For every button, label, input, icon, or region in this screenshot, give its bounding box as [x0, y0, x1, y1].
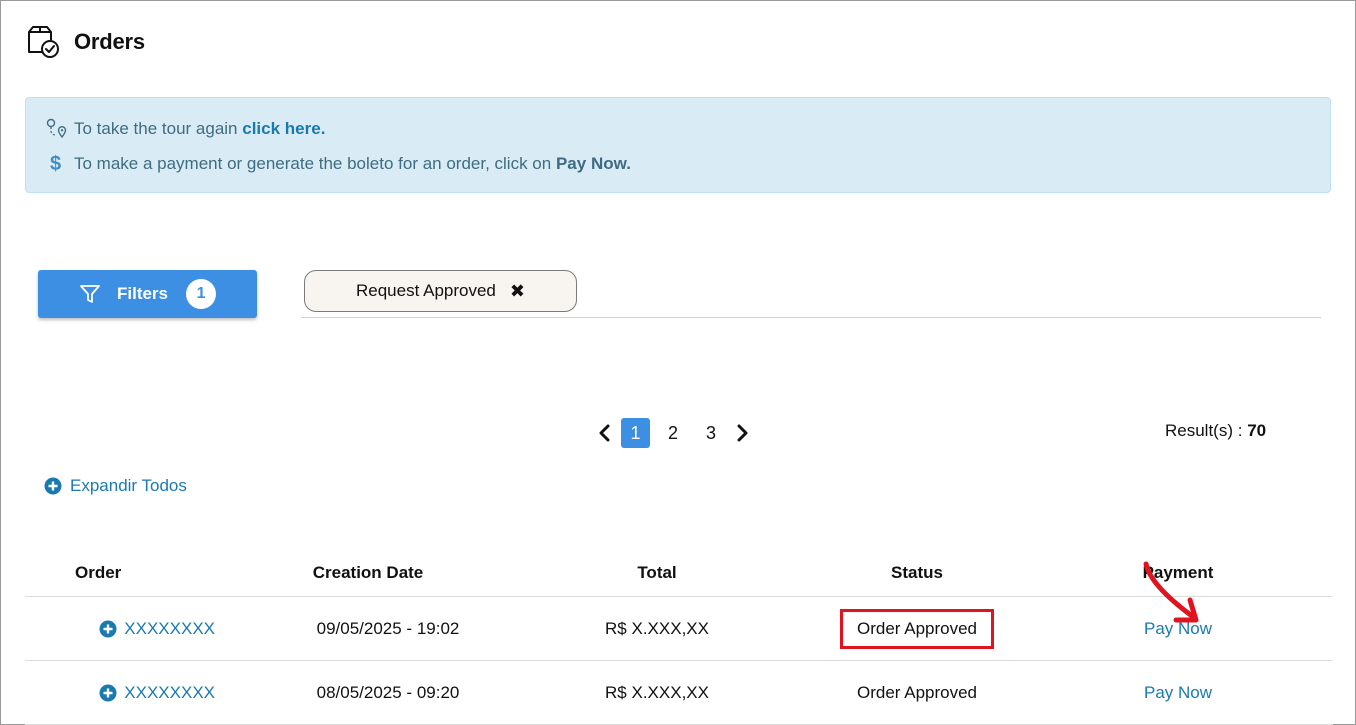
- results-number: 70: [1247, 421, 1267, 440]
- tour-link[interactable]: click here.: [242, 119, 325, 139]
- status-cell: Order Approved: [753, 608, 1081, 649]
- order-total: R$ X.XXX,XX: [605, 682, 709, 702]
- plus-circle-icon: [99, 620, 117, 638]
- page-1-button[interactable]: 1: [621, 418, 650, 448]
- funnel-icon: [79, 283, 101, 305]
- order-status: Order Approved: [839, 608, 994, 649]
- results-count: Result(s) : 70: [1165, 421, 1266, 441]
- map-pin-route-icon: [46, 118, 68, 140]
- page-header: Orders: [25, 24, 145, 60]
- col-order: Order: [75, 563, 122, 582]
- col-total: Total: [637, 563, 677, 582]
- payment-info-line: $ To make a payment or generate the bole…: [46, 153, 631, 175]
- tour-text: To take the tour again: [74, 119, 238, 138]
- results-label: Result(s) :: [1165, 421, 1248, 440]
- plus-circle-icon: [44, 477, 62, 495]
- order-number: XXXXXXXX: [124, 682, 215, 702]
- active-filter-chip: Request Approved ✖: [304, 270, 577, 312]
- chevron-left-icon[interactable]: [593, 418, 617, 448]
- pay-now-hint: Pay Now.: [555, 154, 631, 173]
- creation-date: 08/05/2025 - 09:20: [316, 682, 460, 702]
- payment-text: To make a payment or generate the boleto…: [74, 154, 552, 173]
- expand-all-label: Expandir Todos: [70, 476, 187, 495]
- close-icon[interactable]: ✖: [510, 281, 525, 302]
- plus-circle-icon: [99, 684, 117, 702]
- filters-label: Filters: [116, 284, 169, 303]
- page-title: Orders: [74, 29, 145, 54]
- page-3-button[interactable]: 3: [696, 418, 726, 448]
- divider: [301, 317, 1321, 318]
- info-banner: To take the tour again click here. $ To …: [25, 97, 1331, 193]
- pay-now-link[interactable]: Pay Now: [1144, 683, 1212, 702]
- table-row: XXXXXXXX 09/05/2025 - 19:02 R$ X.XXX,XX …: [25, 597, 1333, 661]
- payment-cell: Pay Now: [1081, 683, 1275, 703]
- pagination: 1 2 3: [593, 418, 754, 448]
- box-check-icon: [25, 24, 61, 60]
- order-link[interactable]: XXXXXXXX: [25, 683, 215, 703]
- page-2-button[interactable]: 2: [658, 418, 688, 448]
- table-header: Order Creation Date Total Status Payment: [25, 550, 1333, 597]
- order-link[interactable]: XXXXXXXX: [25, 619, 215, 639]
- tour-info-line: To take the tour again click here.: [46, 118, 325, 140]
- order-number: XXXXXXXX: [124, 618, 215, 638]
- table-row: XXXXXXXX 08/05/2025 - 09:20 R$ X.XXX,XX …: [25, 661, 1333, 725]
- filters-count-badge: 1: [186, 279, 217, 309]
- dollar-icon: $: [50, 153, 62, 175]
- expand-all-button[interactable]: Expandir Todos: [44, 476, 187, 496]
- filters-button[interactable]: Filters 1: [38, 270, 257, 318]
- chevron-right-icon[interactable]: [730, 418, 754, 448]
- order-status: Order Approved: [856, 682, 977, 702]
- col-status: Status: [891, 563, 943, 582]
- orders-table: Order Creation Date Total Status Payment…: [25, 550, 1333, 725]
- creation-date: 09/05/2025 - 19:02: [316, 618, 460, 638]
- order-total: R$ X.XXX,XX: [605, 618, 709, 638]
- red-arrow-annotation: [1143, 561, 1199, 623]
- col-creation-date: Creation Date: [312, 563, 424, 582]
- chip-label: Request Approved: [356, 281, 496, 300]
